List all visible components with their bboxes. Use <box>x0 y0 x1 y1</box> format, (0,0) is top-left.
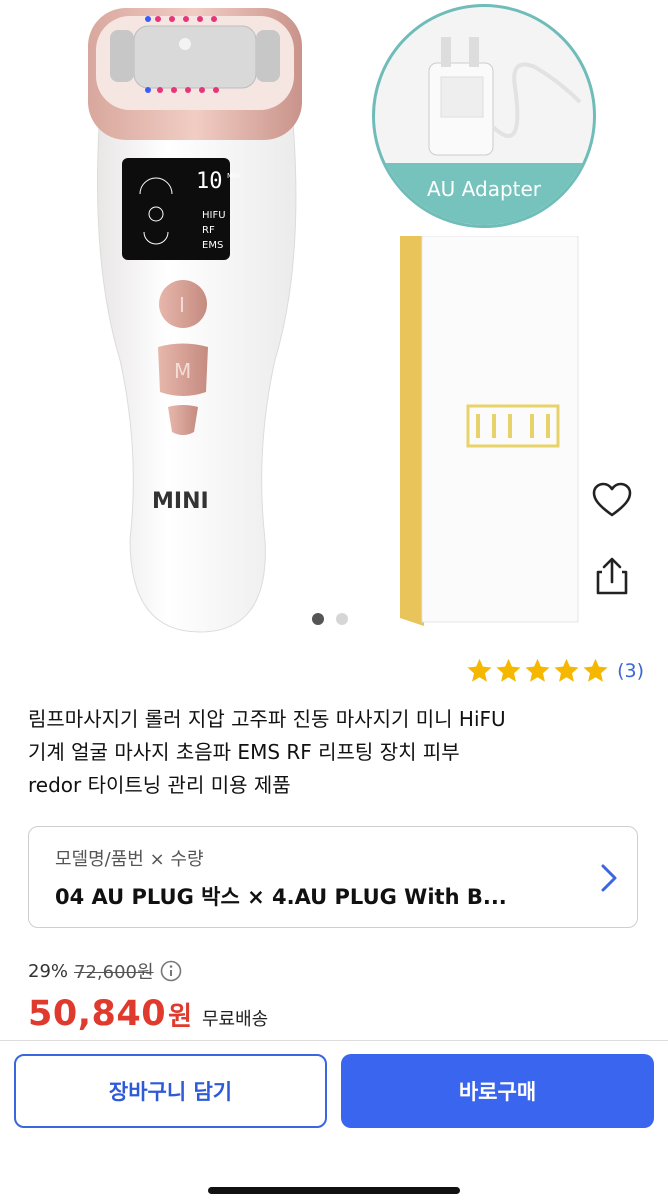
product-title: 림프마사지기 롤러 지압 고주파 진동 마사지기 미니 HiFU 기계 얼굴 마… <box>28 703 640 802</box>
button-m-label: M <box>174 359 191 383</box>
shipping-info: 무료배송 <box>201 1009 269 1030</box>
option-selected-value: 04 AU PLUG 박스 × 4.AU PLUG With B... <box>55 885 507 909</box>
mode-ems: EMS <box>202 240 223 251</box>
buy-now-button[interactable]: 바로구매 <box>341 1054 654 1128</box>
mode-rf: RF <box>202 225 215 236</box>
share-button[interactable] <box>588 552 636 600</box>
wishlist-button[interactable] <box>588 476 636 524</box>
adapter-label: AU Adapter <box>375 163 593 225</box>
gallery-pagination <box>312 613 348 625</box>
pagination-dot[interactable] <box>336 613 348 625</box>
star-icon <box>554 658 579 682</box>
option-label: 모델명/품번 × 수량 <box>55 849 204 870</box>
product-title-line: 기계 얼굴 마사지 초음파 EMS RF 리프팅 장치 피부 <box>28 740 460 764</box>
star-icon <box>525 658 550 682</box>
discount-rate: 29% <box>28 960 69 982</box>
brand-logo: MINI <box>152 489 209 514</box>
product-image-gallery[interactable]: 10 Min HIFU RF EMS I M MINI AU Adapter <box>0 0 668 650</box>
heart-outline-icon <box>592 482 632 517</box>
star-icon <box>467 658 492 682</box>
add-to-cart-button[interactable]: 장바구니 담기 <box>14 1054 327 1128</box>
button-i-label: I <box>179 293 185 317</box>
original-price: 72,600원 <box>74 962 154 983</box>
share-icon <box>596 557 628 595</box>
review-count-link[interactable]: (3) <box>617 660 644 682</box>
sale-price: 50,840 <box>28 994 167 1034</box>
timer-unit: Min <box>227 172 239 180</box>
chevron-right-icon <box>601 864 617 892</box>
adapter-illustration <box>428 37 582 156</box>
info-icon[interactable] <box>160 960 182 982</box>
mode-hifu: HIFU <box>202 210 226 221</box>
adapter-image: AU Adapter <box>372 4 596 228</box>
timer-value: 10 <box>196 169 223 194</box>
star-icon <box>496 658 521 682</box>
option-selector[interactable]: 모델명/품번 × 수량 04 AU PLUG 박스 × 4.AU PLUG Wi… <box>28 826 638 928</box>
pagination-dot-active[interactable] <box>312 613 324 625</box>
bottom-action-bar: 장바구니 담기 바로구매 <box>0 1040 668 1201</box>
discount-row: 29% 72,600원 <box>28 958 182 984</box>
star-icon <box>583 658 608 682</box>
device-illustration: 10 Min HIFU RF EMS I M MINI <box>88 8 302 633</box>
price-row: 50,840 원 무료배송 <box>28 994 268 1034</box>
currency-unit: 원 <box>168 1002 192 1032</box>
rating-summary[interactable]: (3) <box>466 657 644 684</box>
product-title-line: redor 타이트닝 관리 미용 제품 <box>28 773 291 797</box>
home-indicator[interactable] <box>208 1187 460 1194</box>
gift-box-illustration <box>400 236 579 626</box>
product-title-line: 림프마사지기 롤러 지압 고주파 진동 마사지기 미니 HiFU <box>28 707 506 731</box>
